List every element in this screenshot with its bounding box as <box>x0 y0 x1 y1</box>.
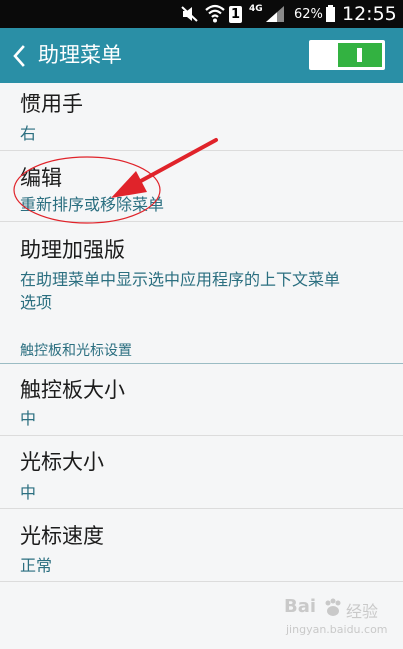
list-item-assistant-plus[interactable]: 助理加强版 在助理菜单中显示选中应用程序的上下文菜单 选项 <box>0 222 403 327</box>
section-header-touchpad: 触控板和光标设置 <box>20 343 132 359</box>
page-title: 助理菜单 <box>38 43 122 67</box>
list-item-dominant-hand[interactable]: 惯用手 右 <box>0 83 403 150</box>
toggle-on-mark <box>357 48 362 62</box>
clock: 12:55 <box>342 3 397 25</box>
sim-slot-label: 1 <box>229 5 242 23</box>
watermark-brand-suffix: 经验 <box>346 602 379 621</box>
watermark-url: jingyan.baidu.com <box>286 623 388 636</box>
list-item-cursor-speed[interactable]: 光标速度 正常 <box>0 509 403 581</box>
list-item-touchpad-size[interactable]: 触控板大小 中 <box>0 364 403 435</box>
back-arrow-icon[interactable] <box>8 42 30 70</box>
network-type: 4G <box>249 4 263 14</box>
list-item-subtitle: 中 <box>20 483 37 502</box>
list-item-title: 助理加强版 <box>20 238 125 262</box>
list-item-title: 触控板大小 <box>20 378 125 402</box>
list-item-subtitle-line1: 在助理菜单中显示选中应用程序的上下文菜单 <box>20 270 341 289</box>
sim-slot-badge: 1 <box>229 0 242 28</box>
list-item-cursor-size[interactable]: 光标大小 中 <box>0 436 403 508</box>
list-item-subtitle: 正常 <box>20 556 53 575</box>
divider <box>0 581 403 582</box>
mute-icon <box>181 6 198 22</box>
list-item-subtitle: 重新排序或移除菜单 <box>20 195 165 214</box>
status-bar: 1 4G 62% 12:55 <box>0 0 403 28</box>
signal-icon <box>266 6 284 22</box>
list-item-subtitle-line2: 选项 <box>20 293 53 312</box>
list-item-subtitle: 中 <box>20 409 37 428</box>
list-item-title: 光标速度 <box>20 524 104 548</box>
list-item-edit[interactable]: 编辑 重新排序或移除菜单 <box>0 151 403 220</box>
list-item-title: 编辑 <box>20 166 62 190</box>
wifi-icon <box>205 4 225 23</box>
list-item-subtitle: 右 <box>20 124 37 143</box>
list-item-title: 惯用手 <box>20 92 83 116</box>
watermark-brand: Bai <box>284 596 317 617</box>
battery-percent: 62% <box>294 6 323 22</box>
paw-logo-icon <box>325 598 341 616</box>
list-item-title: 光标大小 <box>20 450 104 474</box>
battery-icon <box>326 5 335 22</box>
assistant-menu-toggle[interactable] <box>309 40 385 70</box>
app-bar: 助理菜单 <box>0 28 403 83</box>
baidu-jingyan-watermark: Bai 经验 jingyan.baidu.com <box>284 596 396 640</box>
